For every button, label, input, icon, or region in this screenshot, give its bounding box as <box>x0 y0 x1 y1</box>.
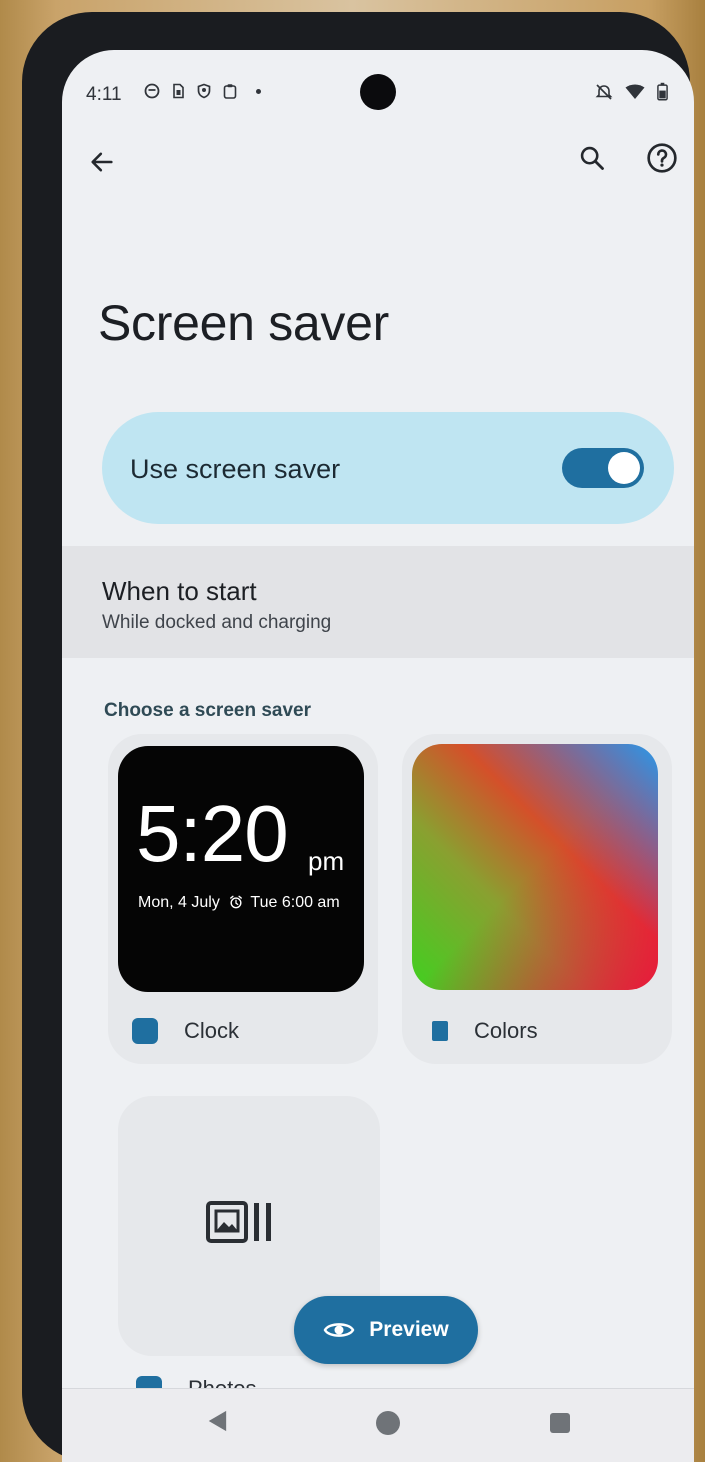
choose-screen-saver-heading: Choose a screen saver <box>104 700 312 721</box>
search-icon <box>580 146 604 170</box>
nav-home-icon[interactable] <box>376 1411 400 1435</box>
status-right-icons <box>595 82 668 101</box>
shield-icon <box>197 83 211 99</box>
wifi-icon <box>625 84 645 99</box>
status-time: 4:11 <box>86 84 122 105</box>
phone-frame: 4:11 Screen saver Use screen saver When … <box>22 12 694 1462</box>
help-button[interactable] <box>638 134 686 182</box>
when-to-start-summary: While docked and charging <box>102 612 332 633</box>
clock-preview-time: 5:20 <box>136 789 289 878</box>
clock-preview-date-row: Mon, 4 July Tue 6:00 am <box>138 894 340 912</box>
page-title: Screen saver <box>98 295 389 351</box>
screen-saver-option-colors[interactable]: Colors <box>402 734 672 1064</box>
system-nav-bar <box>62 1388 694 1462</box>
clipboard-icon <box>223 84 237 99</box>
alarm-icon <box>230 895 243 909</box>
status-bar: 4:11 <box>62 50 694 136</box>
clock-preview-alarm: Tue 6:00 am <box>250 894 340 911</box>
clock-selected-indicator[interactable] <box>132 1018 158 1044</box>
when-to-start-row[interactable]: When to start While docked and charging <box>62 546 694 658</box>
screen: 4:11 Screen saver Use screen saver When … <box>62 50 694 1462</box>
colors-option-label: Colors <box>474 1018 538 1043</box>
clock-preview-date: Mon, 4 July <box>138 894 220 911</box>
eye-icon <box>323 1323 355 1337</box>
clock-preview-ampm: pm <box>308 846 345 876</box>
switch-knob <box>608 452 640 484</box>
status-left-icons <box>144 82 261 100</box>
mute-icon <box>595 83 613 100</box>
nav-recents-icon[interactable] <box>550 1413 570 1433</box>
when-to-start-title: When to start <box>102 576 257 606</box>
arrow-left-icon <box>91 152 113 172</box>
battery-icon <box>657 82 668 101</box>
colors-selection-indicator[interactable] <box>432 1021 448 1041</box>
camera-cutout <box>360 74 396 110</box>
photo-frame-icon <box>206 1201 271 1243</box>
back-button[interactable] <box>78 138 126 186</box>
screen-saver-option-clock[interactable]: 5:20 pm Mon, 4 July Tue 6:00 am Clock <box>108 734 378 1064</box>
clock-option-label-row: Clock <box>132 1018 239 1044</box>
nav-back-icon[interactable] <box>206 1409 228 1433</box>
search-button[interactable] <box>568 134 616 182</box>
preview-button[interactable]: Preview <box>294 1296 478 1364</box>
help-circle-icon <box>647 143 677 173</box>
colors-preview <box>412 744 658 990</box>
preview-button-label: Preview <box>369 1318 449 1341</box>
clock-option-label: Clock <box>184 1018 240 1043</box>
use-screen-saver-toggle-row[interactable]: Use screen saver <box>102 412 674 524</box>
clock-preview: 5:20 pm Mon, 4 July Tue 6:00 am <box>118 746 364 992</box>
toggle-label: Use screen saver <box>130 454 341 484</box>
use-screen-saver-switch[interactable] <box>562 448 644 488</box>
notification-icon <box>144 83 160 99</box>
colors-option-label-row: Colors <box>426 1018 538 1044</box>
sim-icon <box>173 83 184 99</box>
more-notifications-dot <box>256 88 261 94</box>
